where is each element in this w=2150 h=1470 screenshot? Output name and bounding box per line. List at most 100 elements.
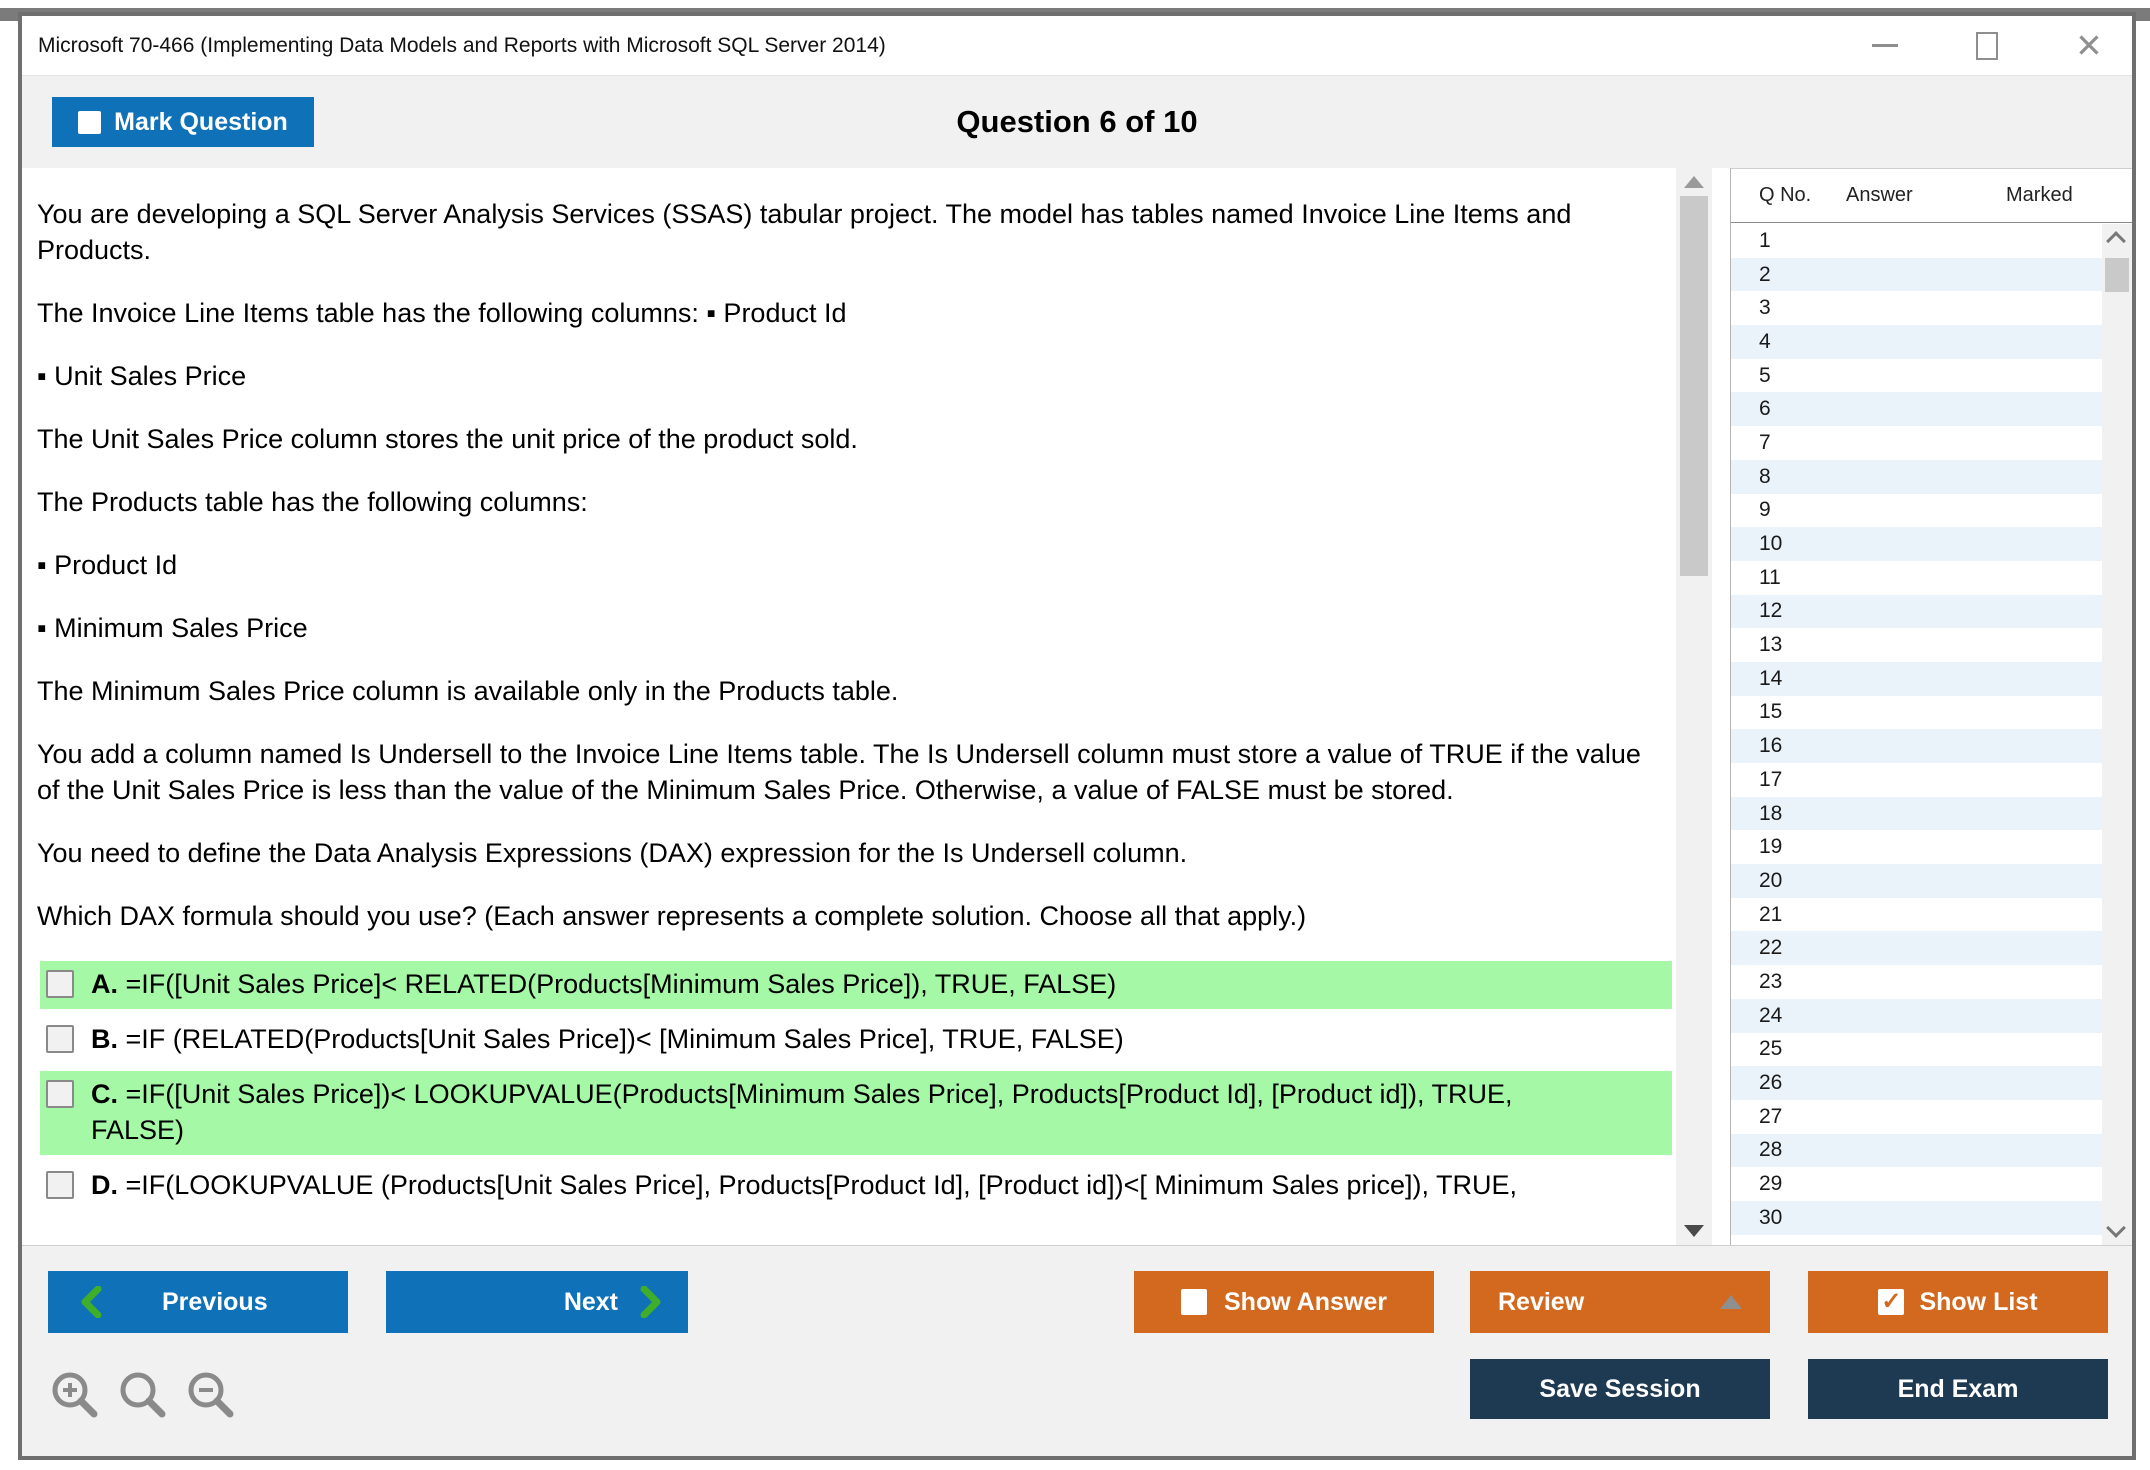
question-list-row[interactable]: 12 — [1731, 595, 2102, 629]
panel-divider — [1712, 168, 1730, 1245]
check-icon: ✓ — [1881, 1290, 1901, 1314]
close-button[interactable]: ✕ — [2072, 26, 2106, 66]
review-label: Review — [1498, 1288, 1584, 1317]
save-session-label: Save Session — [1539, 1375, 1700, 1404]
end-exam-label: End Exam — [1898, 1375, 2019, 1404]
save-session-button[interactable]: Save Session — [1470, 1359, 1770, 1419]
question-list-row[interactable]: 14 — [1731, 662, 2102, 696]
app-window: Microsoft 70-466 (Implementing Data Mode… — [18, 12, 2136, 1460]
question-list-row[interactable]: 23 — [1731, 965, 2102, 999]
question-list-row[interactable]: 16 — [1731, 729, 2102, 763]
question-list-row[interactable]: 17 — [1731, 763, 2102, 797]
answer-option-c-checkbox[interactable] — [46, 1080, 74, 1108]
question-panel: You are developing a SQL Server Analysis… — [22, 168, 1712, 1245]
question-paragraph: Which DAX formula should you use? (Each … — [37, 898, 1656, 934]
question-list-row[interactable]: 22 — [1731, 931, 2102, 965]
previous-label: Previous — [162, 1288, 268, 1317]
question-text: You are developing a SQL Server Analysis… — [22, 168, 1712, 934]
question-paragraph: ▪ Unit Sales Price — [37, 358, 1656, 394]
question-list-row[interactable]: 29 — [1731, 1167, 2102, 1201]
question-list-row[interactable]: 7 — [1731, 426, 2102, 460]
question-list-row[interactable]: 28 — [1731, 1134, 2102, 1168]
zoom-reset-button[interactable] — [116, 1368, 170, 1422]
column-header-qno: Q No. — [1731, 184, 1846, 207]
question-list-row[interactable]: 19 — [1731, 830, 2102, 864]
question-paragraph: The Unit Sales Price column stores the u… — [37, 421, 1656, 457]
scroll-up-icon[interactable] — [2106, 231, 2126, 251]
question-list-row[interactable]: 1 — [1731, 224, 2102, 258]
next-button[interactable]: Next — [386, 1271, 688, 1333]
question-list-row[interactable]: 25 — [1731, 1033, 2102, 1067]
close-icon: ✕ — [2075, 29, 2103, 62]
zoom-out-icon — [184, 1368, 238, 1422]
question-list-row[interactable]: 6 — [1731, 392, 2102, 426]
question-list-row[interactable]: 3 — [1731, 291, 2102, 325]
answer-option-a[interactable]: A. =IF([Unit Sales Price]< RELATED(Produ… — [40, 961, 1672, 1009]
question-list-panel: Q No. Answer Marked 12345678910111213141… — [1730, 168, 2132, 1245]
question-list-row[interactable]: 13 — [1731, 628, 2102, 662]
question-list-row[interactable]: 24 — [1731, 999, 2102, 1033]
question-paragraph: The Minimum Sales Price column is availa… — [37, 673, 1656, 709]
window-title: Microsoft 70-466 (Implementing Data Mode… — [38, 34, 886, 58]
question-paragraph: You are developing a SQL Server Analysis… — [37, 196, 1656, 268]
question-list-header: Q No. Answer Marked — [1731, 169, 2132, 223]
question-list-row[interactable]: 9 — [1731, 494, 2102, 528]
question-counter: Question 6 of 10 — [22, 76, 2132, 168]
column-header-marked: Marked — [2006, 184, 2132, 207]
mark-question-checkbox[interactable] — [78, 111, 101, 134]
question-list-row[interactable]: 27 — [1731, 1100, 2102, 1134]
answer-option-d-checkbox[interactable] — [46, 1171, 74, 1199]
footer-bar: Previous Next ✓ Show Answer Review ✓ Sho… — [22, 1245, 2132, 1456]
answer-option-b[interactable]: B. =IF (RELATED(Products[Unit Sales Pric… — [40, 1016, 1672, 1064]
question-paragraph: The Products table has the following col… — [37, 484, 1656, 520]
answer-option-b-text: B. =IF (RELATED(Products[Unit Sales Pric… — [91, 1021, 1124, 1057]
maximize-icon — [1976, 32, 1998, 60]
scroll-up-icon[interactable] — [1684, 176, 1704, 188]
content-row: You are developing a SQL Server Analysis… — [22, 168, 2132, 1245]
question-list-row[interactable]: 26 — [1731, 1066, 2102, 1100]
question-list-row[interactable]: 21 — [1731, 898, 2102, 932]
question-list-row[interactable]: 20 — [1731, 864, 2102, 898]
show-list-checkbox[interactable]: ✓ — [1878, 1289, 1904, 1315]
review-button[interactable]: Review — [1470, 1271, 1770, 1333]
question-list-rows: 1234567891011121314151617181920212223242… — [1731, 224, 2102, 1245]
question-list-row[interactable]: 18 — [1731, 797, 2102, 831]
scroll-down-icon[interactable] — [1684, 1225, 1704, 1237]
question-list-scrollbar[interactable] — [2102, 224, 2132, 1245]
mark-question-label: Mark Question — [114, 108, 288, 137]
triangle-up-icon — [1720, 1295, 1742, 1309]
zoom-in-button[interactable] — [48, 1368, 102, 1422]
question-list-row[interactable]: 8 — [1731, 460, 2102, 494]
mark-question-button[interactable]: Mark Question — [52, 97, 314, 147]
show-list-button[interactable]: ✓ Show List — [1808, 1271, 2108, 1333]
main-scrollbar-thumb[interactable] — [1680, 196, 1708, 576]
question-list-row[interactable]: 4 — [1731, 325, 2102, 359]
show-list-label: Show List — [1919, 1288, 2037, 1317]
chevron-left-icon — [80, 1286, 102, 1318]
answer-option-d[interactable]: D. =IF(LOOKUPVALUE (Products[Unit Sales … — [40, 1162, 1672, 1210]
end-exam-button[interactable]: End Exam — [1808, 1359, 2108, 1419]
answer-option-a-checkbox[interactable] — [46, 970, 74, 998]
question-list-row[interactable]: 2 — [1731, 258, 2102, 292]
answer-options: A. =IF([Unit Sales Price]< RELATED(Produ… — [40, 961, 1712, 1210]
zoom-out-button[interactable] — [184, 1368, 238, 1422]
show-answer-button[interactable]: ✓ Show Answer — [1134, 1271, 1434, 1333]
question-list-row[interactable]: 5 — [1731, 359, 2102, 393]
scroll-down-icon[interactable] — [2106, 1218, 2126, 1238]
answer-option-c[interactable]: C. =IF([Unit Sales Price])< LOOKUPVALUE(… — [40, 1071, 1672, 1155]
question-list-row[interactable]: 15 — [1731, 696, 2102, 730]
question-list-row[interactable]: 10 — [1731, 527, 2102, 561]
maximize-button[interactable] — [1970, 26, 2004, 66]
answer-option-d-text: D. =IF(LOOKUPVALUE (Products[Unit Sales … — [91, 1167, 1517, 1203]
header-band: Question 6 of 10 Mark Question — [22, 76, 2132, 168]
title-bar: Microsoft 70-466 (Implementing Data Mode… — [22, 16, 2132, 76]
question-list-scrollbar-thumb[interactable] — [2105, 258, 2129, 292]
answer-option-b-checkbox[interactable] — [46, 1025, 74, 1053]
question-list-row[interactable]: 30 — [1731, 1201, 2102, 1235]
minimize-button[interactable] — [1868, 26, 1902, 66]
show-answer-checkbox[interactable]: ✓ — [1181, 1289, 1207, 1315]
main-scrollbar[interactable] — [1676, 168, 1712, 1245]
question-list-row[interactable]: 11 — [1731, 561, 2102, 595]
column-header-answer: Answer — [1846, 184, 2006, 207]
previous-button[interactable]: Previous — [48, 1271, 348, 1333]
